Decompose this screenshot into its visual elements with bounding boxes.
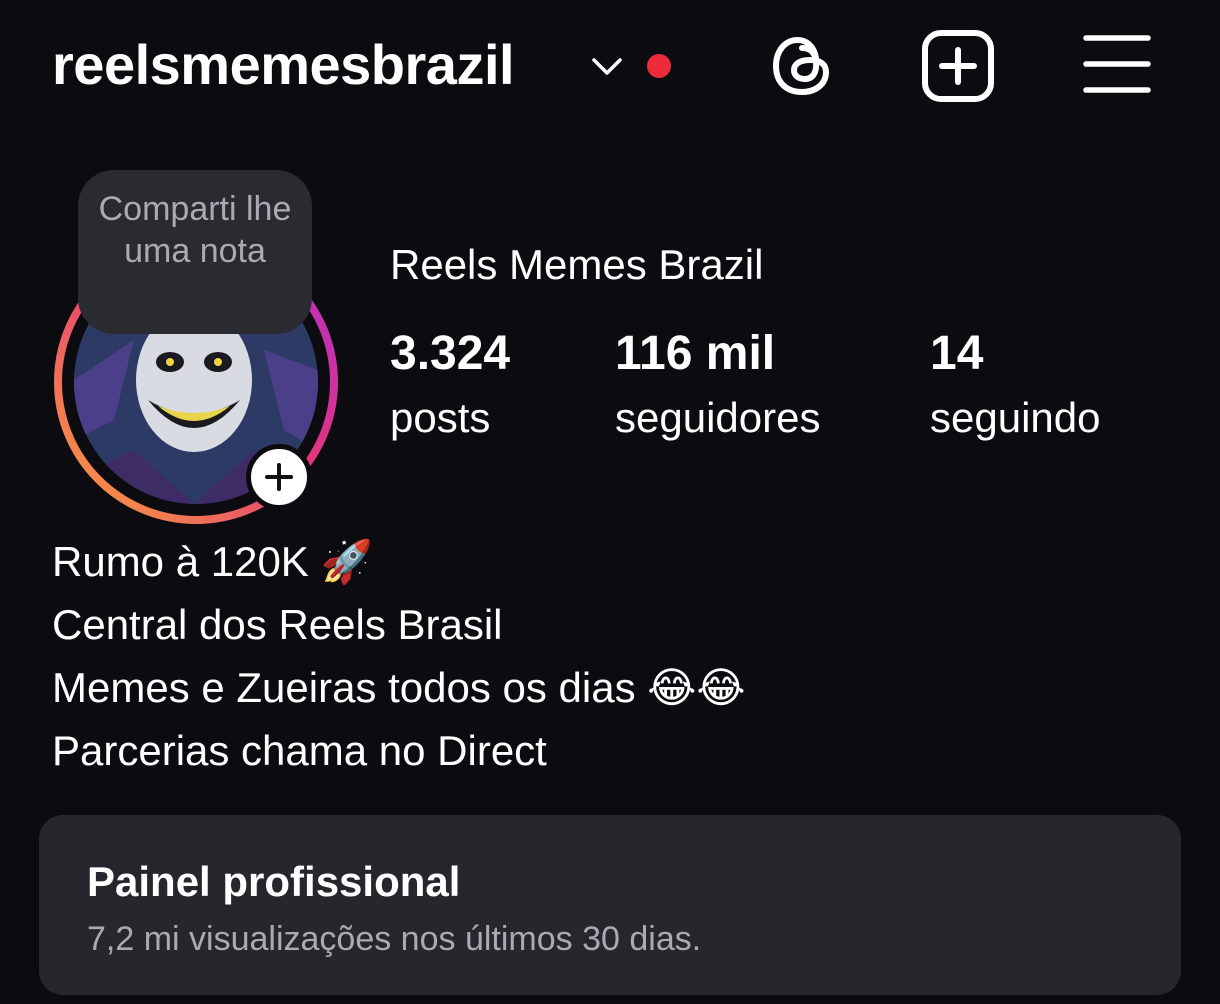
add-story-button[interactable]	[246, 444, 312, 510]
plus-icon	[265, 463, 293, 491]
profile-screen: reelsmemesbrazil Comparti lhe uma nota R…	[0, 0, 1220, 1004]
stat-posts[interactable]: 3.324 posts	[390, 324, 510, 448]
followers-label: seguidores	[615, 394, 821, 441]
note-bubble[interactable]: Comparti lhe uma nota	[78, 170, 312, 334]
followers-count: 116 mil	[615, 327, 776, 380]
notification-dot	[647, 54, 671, 78]
professional-dashboard-card[interactable]: Painel profissional 7,2 mi visualizações…	[39, 815, 1181, 995]
bio-line: Rumo à 120K 🚀	[52, 538, 373, 585]
dashboard-subtitle: 7,2 mi visualizações nos últimos 30 dias…	[87, 920, 702, 958]
following-count: 14	[930, 327, 984, 380]
posts-label: posts	[390, 394, 491, 441]
bio: Rumo à 120K 🚀 Central dos Reels Brasil M…	[52, 530, 1152, 782]
following-label: seguindo	[930, 394, 1101, 441]
note-text: Comparti lhe uma nota	[98, 190, 292, 270]
threads-icon[interactable]	[764, 28, 840, 104]
posts-count: 3.324	[390, 327, 511, 380]
top-bar: reelsmemesbrazil	[0, 0, 1220, 130]
bio-line: Central dos Reels Brasil	[52, 601, 503, 648]
plus-square-icon[interactable]	[920, 28, 996, 104]
display-name: Reels Memes Brazil	[390, 241, 764, 288]
stat-followers[interactable]: 116 mil seguidores	[615, 324, 820, 448]
hamburger-menu-icon[interactable]	[1080, 28, 1156, 104]
bio-line: Memes e Zueiras todos os dias 😂😂	[52, 664, 746, 711]
stat-following[interactable]: 14 seguindo	[930, 324, 1100, 448]
dashboard-title: Painel profissional	[87, 858, 461, 905]
chevron-down-icon[interactable]	[590, 52, 624, 80]
account-username[interactable]: reelsmemesbrazil	[52, 30, 515, 100]
bio-line: Parcerias chama no Direct	[52, 727, 547, 774]
